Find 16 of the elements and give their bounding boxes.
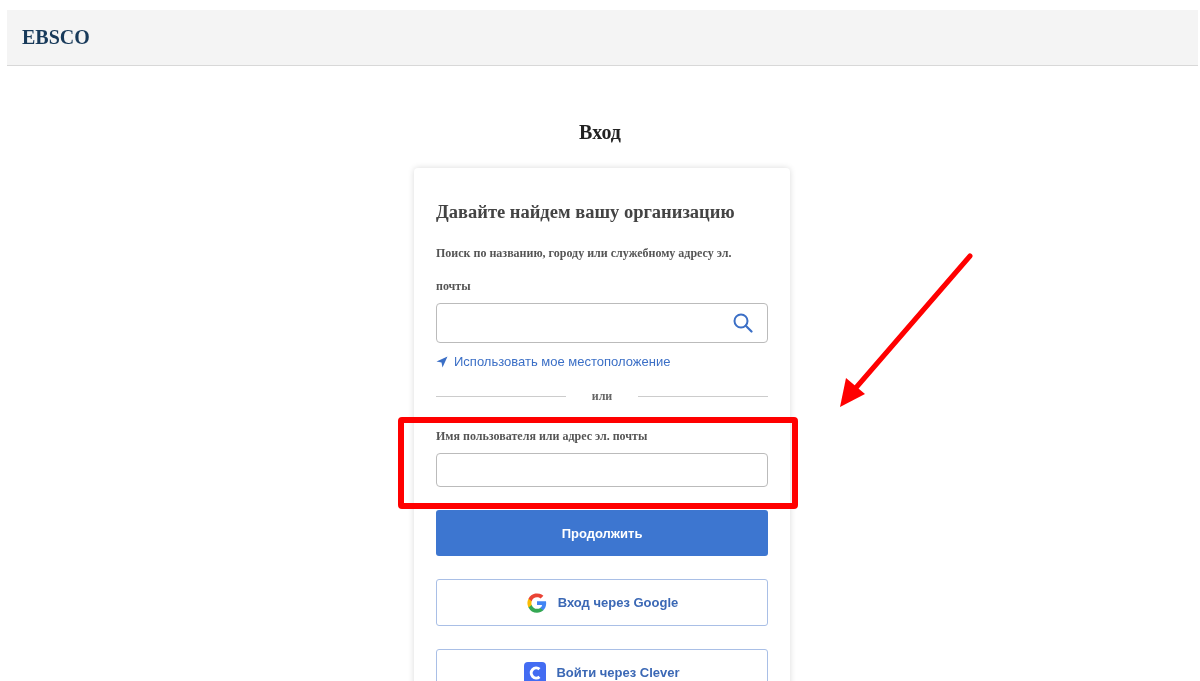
card-heading: Давайте найдем вашу организацию [436, 202, 736, 223]
clever-icon [524, 661, 547, 681]
google-icon [525, 591, 548, 614]
logo[interactable]: EBSCO [22, 26, 90, 49]
username-field[interactable] [436, 453, 768, 487]
search-icon[interactable] [733, 313, 753, 333]
location-link[interactable]: Использовать мое местоположение [436, 354, 671, 369]
field-label: Имя пользователя или адрес эл. почты [436, 428, 649, 445]
search-field[interactable] [436, 303, 768, 343]
page-title: Вход [578, 121, 622, 144]
continue-button[interactable]: Продолжить [436, 510, 768, 556]
field-label: Поиск по названию, городу или служебному адресу эл. почты [436, 245, 733, 295]
sign-in-button[interactable]: Вход через Google [436, 579, 768, 626]
sign-in-button[interactable]: Войти через Clever [436, 649, 768, 681]
location-arrow-icon [436, 355, 448, 368]
divider-text: или [590, 389, 614, 404]
